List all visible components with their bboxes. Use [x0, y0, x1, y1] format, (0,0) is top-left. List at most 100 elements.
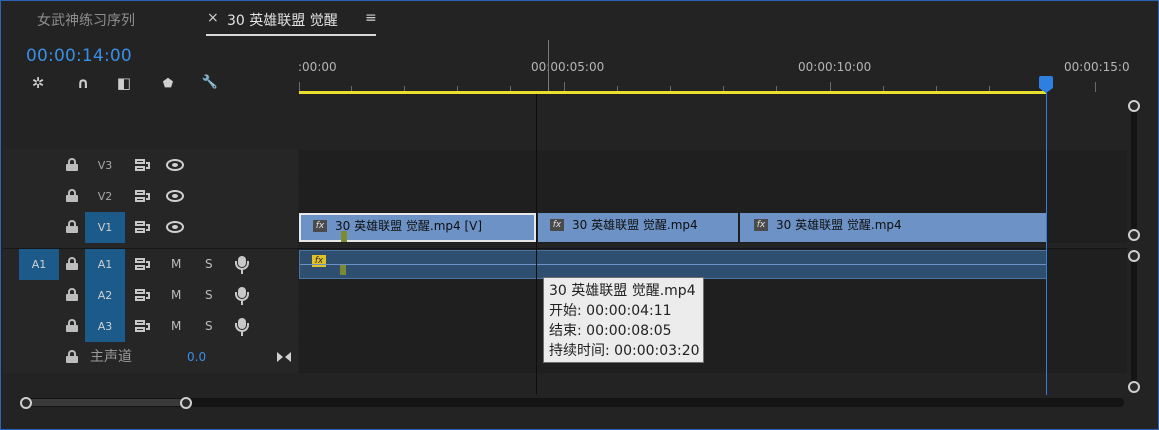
lock-icon[interactable] [66, 158, 78, 171]
track-area-master[interactable] [299, 342, 1127, 373]
track-row-a1: A1 A1 M S fx [3, 248, 1127, 280]
tooltip-end: 结束: 00:00:08:05 [549, 323, 672, 339]
track-header-master: 主声道 0.0 [3, 342, 298, 373]
active-tab-indicator [206, 34, 376, 36]
track-area-a3[interactable] [299, 311, 1127, 342]
track-header-a3: A3 M S [3, 311, 298, 342]
lock-icon[interactable] [66, 350, 78, 363]
fx-badge: fx [313, 220, 327, 232]
current-time-indicator[interactable] [1046, 90, 1047, 395]
track-name-a1[interactable]: A1 [85, 249, 125, 280]
go-to-in-out-icon[interactable] [277, 352, 291, 362]
zoom-handle-right[interactable] [180, 397, 192, 409]
tab-valkyrie-sequence[interactable]: 女武神练习序列 [37, 10, 135, 30]
playhead-line[interactable] [536, 94, 537, 394]
sync-lock-icon[interactable] [135, 221, 151, 234]
eye-icon[interactable] [166, 221, 184, 233]
lock-icon[interactable] [66, 257, 78, 270]
mute-button[interactable]: M [171, 311, 181, 342]
audio-vertical-scrollbar[interactable] [1131, 254, 1137, 387]
track-header-v1: V1 [3, 212, 298, 243]
ruler-label: 00:00:10:00 [798, 60, 872, 74]
fx-badge: fx [312, 255, 326, 267]
lock-icon[interactable] [66, 189, 78, 202]
video-clip-3[interactable]: fx 30 英雄联盟 觉醒.mp4 [740, 213, 1047, 242]
track-header-a2: A2 M S [3, 280, 298, 311]
time-ruler[interactable]: :00:00 00:00:05:00 00:00:10:00 00:00:15:… [298, 38, 1130, 94]
track-name-v2[interactable]: V2 [85, 181, 125, 212]
tooltip-duration: 持续时间: 00:00:03:20 [549, 343, 700, 359]
microphone-icon[interactable] [235, 287, 249, 305]
panel-menu-icon[interactable]: ≡ [365, 10, 377, 26]
sync-lock-icon[interactable] [135, 190, 151, 203]
track-row-v2: V2 [3, 181, 1127, 212]
track-area-a1[interactable]: fx [299, 249, 1127, 280]
clip-tooltip: 30 英雄联盟 觉醒.mp4 开始: 00:00:04:11 结束: 00:00… [543, 277, 704, 363]
volume-line[interactable] [300, 264, 1046, 265]
work-area-bar[interactable] [299, 91, 1047, 94]
close-icon[interactable]: × [207, 10, 219, 26]
track-name-v1[interactable]: V1 [85, 212, 125, 243]
tooltip-title: 30 英雄联盟 觉醒.mp4 [549, 283, 696, 299]
add-marker-icon[interactable]: ◧ [113, 72, 135, 94]
mute-button[interactable]: M [171, 280, 181, 311]
video-clip-2[interactable]: fx 30 英雄联盟 觉醒.mp4 [538, 213, 738, 242]
video-clip-1[interactable]: fx 30 英雄联盟 觉醒.mp4 [V] [299, 213, 536, 242]
tab-bar: 女武神练习序列 × 30 英雄联盟 觉醒 ≡ [1, 1, 1158, 37]
eye-icon[interactable] [166, 159, 184, 171]
solo-button[interactable]: S [205, 280, 213, 311]
mute-button[interactable]: M [171, 249, 181, 280]
track-header-v2: V2 [3, 181, 298, 212]
solo-button[interactable]: S [205, 249, 213, 280]
snap-icon[interactable]: ✲ [27, 72, 49, 94]
track-name-a2[interactable]: A2 [85, 280, 125, 311]
solo-button[interactable]: S [205, 311, 213, 342]
track-area-v1[interactable]: fx 30 英雄联盟 觉醒.mp4 [V] fx 30 英雄联盟 觉醒.mp4 … [299, 212, 1127, 243]
lock-icon[interactable] [66, 220, 78, 233]
microphone-icon[interactable] [235, 256, 249, 274]
sync-lock-icon[interactable] [135, 320, 151, 333]
fx-badge: fx [550, 219, 564, 231]
source-patch-a1[interactable]: A1 [19, 249, 59, 280]
track-area-a2[interactable] [299, 280, 1127, 311]
tab-active-sequence[interactable]: 30 英雄联盟 觉醒 [227, 10, 338, 30]
track-row-v1: V1 fx 30 英雄联盟 觉醒.mp4 [V] fx 30 英雄联盟 觉醒.m… [3, 212, 1127, 243]
lock-icon[interactable] [66, 319, 78, 332]
keyframe-marker[interactable] [340, 264, 346, 275]
playhead-top-line [548, 40, 549, 92]
playhead-marker-icon[interactable] [1039, 76, 1053, 88]
master-volume-value[interactable]: 0.0 [187, 342, 206, 373]
linked-selection-icon[interactable]: ∩ [72, 72, 94, 94]
track-name-a3[interactable]: A3 [85, 311, 125, 342]
eye-icon[interactable] [166, 190, 184, 202]
lock-icon[interactable] [66, 288, 78, 301]
ruler-label: 00:00:05:00 [531, 60, 605, 74]
sync-lock-icon[interactable] [135, 159, 151, 172]
sync-lock-icon[interactable] [135, 258, 151, 271]
track-area-v2[interactable] [299, 181, 1127, 212]
clip-label: 30 英雄联盟 觉醒.mp4 [V] [335, 219, 483, 233]
video-vertical-scrollbar[interactable] [1131, 104, 1137, 236]
marker-icon[interactable]: ⬟ [157, 72, 179, 94]
ruler-tick [1095, 82, 1096, 92]
horizontal-scroll-thumb[interactable] [26, 399, 188, 406]
track-area-v3[interactable] [299, 150, 1127, 181]
clip-label: 30 英雄联盟 觉醒.mp4 [572, 218, 698, 232]
scroll-handle[interactable] [1128, 100, 1140, 112]
track-header-v3: V3 [3, 150, 298, 181]
sync-lock-icon[interactable] [135, 289, 151, 302]
scroll-handle[interactable] [1128, 229, 1140, 241]
ruler-label: :00:00 [298, 60, 337, 74]
playhead-timecode[interactable]: 00:00:14:00 [26, 46, 132, 66]
audio-clip[interactable]: fx [299, 250, 1047, 279]
track-name-v3[interactable]: V3 [85, 150, 125, 181]
scroll-handle[interactable] [1128, 381, 1140, 393]
tooltip-start: 开始: 00:00:04:11 [549, 303, 672, 319]
ruler-label: 00:00:15:0 [1064, 60, 1130, 74]
wrench-icon[interactable]: 🔧 [199, 72, 221, 94]
keyframe-marker[interactable] [341, 231, 347, 242]
scroll-handle[interactable] [1128, 250, 1140, 262]
master-track-label: 主声道 [90, 349, 132, 365]
microphone-icon[interactable] [235, 318, 249, 336]
zoom-handle-left[interactable] [20, 397, 32, 409]
